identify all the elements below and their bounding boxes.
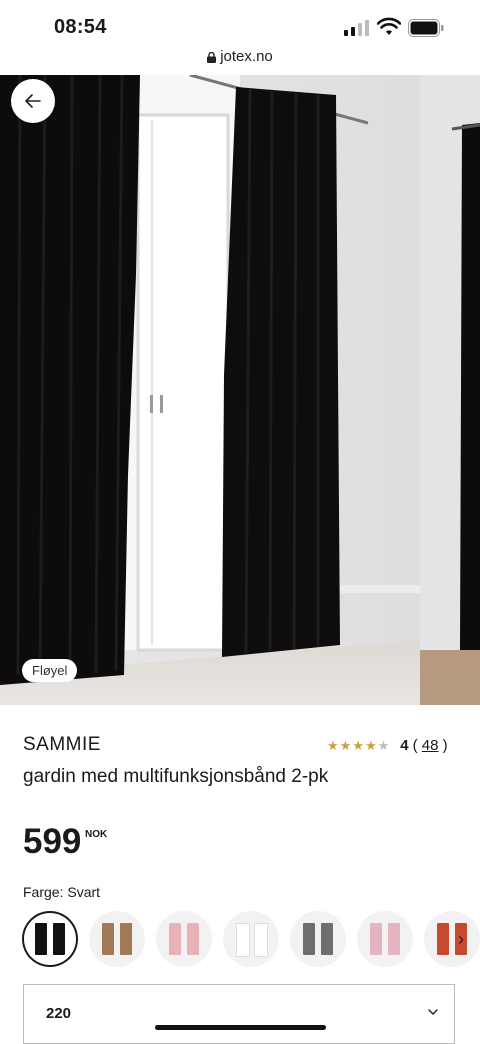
reviews-link[interactable]: 48 <box>422 737 439 754</box>
curtain-panel <box>321 923 333 955</box>
curtain-panel <box>303 923 315 955</box>
arrow-left-icon <box>25 94 41 108</box>
rating-count-open: ( <box>412 737 418 754</box>
color-swatch-pink[interactable] <box>156 911 212 967</box>
cellular-signal-icon <box>344 20 369 36</box>
curtain-panel <box>120 923 132 955</box>
curtain-panel <box>236 923 250 957</box>
product-image[interactable] <box>0 75 480 705</box>
star-empty-icon: ★ <box>377 737 391 753</box>
product-rating[interactable]: ★★★★★ 4 ( 48 ) <box>327 737 448 754</box>
material-tag: Fløyel <box>22 659 78 682</box>
battery-icon <box>408 19 444 37</box>
status-time: 08:54 <box>54 16 107 38</box>
curtain-photo <box>0 75 480 705</box>
curtain-panel <box>53 923 65 955</box>
star-icon: ★ <box>352 737 365 753</box>
color-swatches <box>22 911 480 967</box>
size-value: 220 <box>46 1005 72 1022</box>
color-swatch-rust[interactable] <box>424 911 480 967</box>
color-label: Farge: Svart <box>23 884 101 900</box>
back-button[interactable] <box>11 79 55 123</box>
curtain-panel <box>169 923 181 955</box>
color-swatch-brown[interactable] <box>89 911 145 967</box>
product-brand: SAMMIE <box>23 734 101 755</box>
color-swatch-white[interactable] <box>223 911 279 967</box>
curtain-panel <box>370 923 382 955</box>
rating-count-close: ) <box>442 737 448 754</box>
wifi-icon <box>377 17 401 35</box>
rating-stars: ★★★★★ <box>327 738 390 754</box>
curtain-panel <box>102 923 114 955</box>
size-select[interactable]: 220 <box>23 984 455 1044</box>
lock-icon <box>207 51 217 63</box>
rating-count[interactable]: ( 48 ) <box>413 737 448 754</box>
star-icon: ★ <box>339 737 353 753</box>
rating-value: 4 <box>400 737 409 754</box>
color-swatch-light-pink[interactable] <box>357 911 413 967</box>
color-swatch-svart[interactable] <box>22 911 78 967</box>
chevron-right-icon[interactable]: › <box>458 929 464 950</box>
color-swatch-grey[interactable] <box>290 911 346 967</box>
curtain-panel <box>187 923 199 955</box>
home-indicator <box>155 1025 326 1030</box>
curtain-panel <box>437 923 449 955</box>
product-price: 599 <box>23 822 82 861</box>
star-icon: ★ <box>327 737 340 753</box>
chevron-down-icon <box>428 1009 438 1015</box>
address-bar[interactable]: jotex.no <box>0 48 480 74</box>
curtain-panel <box>254 923 268 957</box>
status-bar: 08:54 <box>0 0 480 44</box>
price-currency: NOK <box>85 829 108 840</box>
curtain-panel <box>388 923 400 955</box>
star-icon: ★ <box>364 737 378 753</box>
curtain-panel <box>35 923 47 955</box>
url-domain: jotex.no <box>220 48 273 65</box>
product-name: gardin med multifunksjonsbånd 2-pk <box>23 766 329 787</box>
